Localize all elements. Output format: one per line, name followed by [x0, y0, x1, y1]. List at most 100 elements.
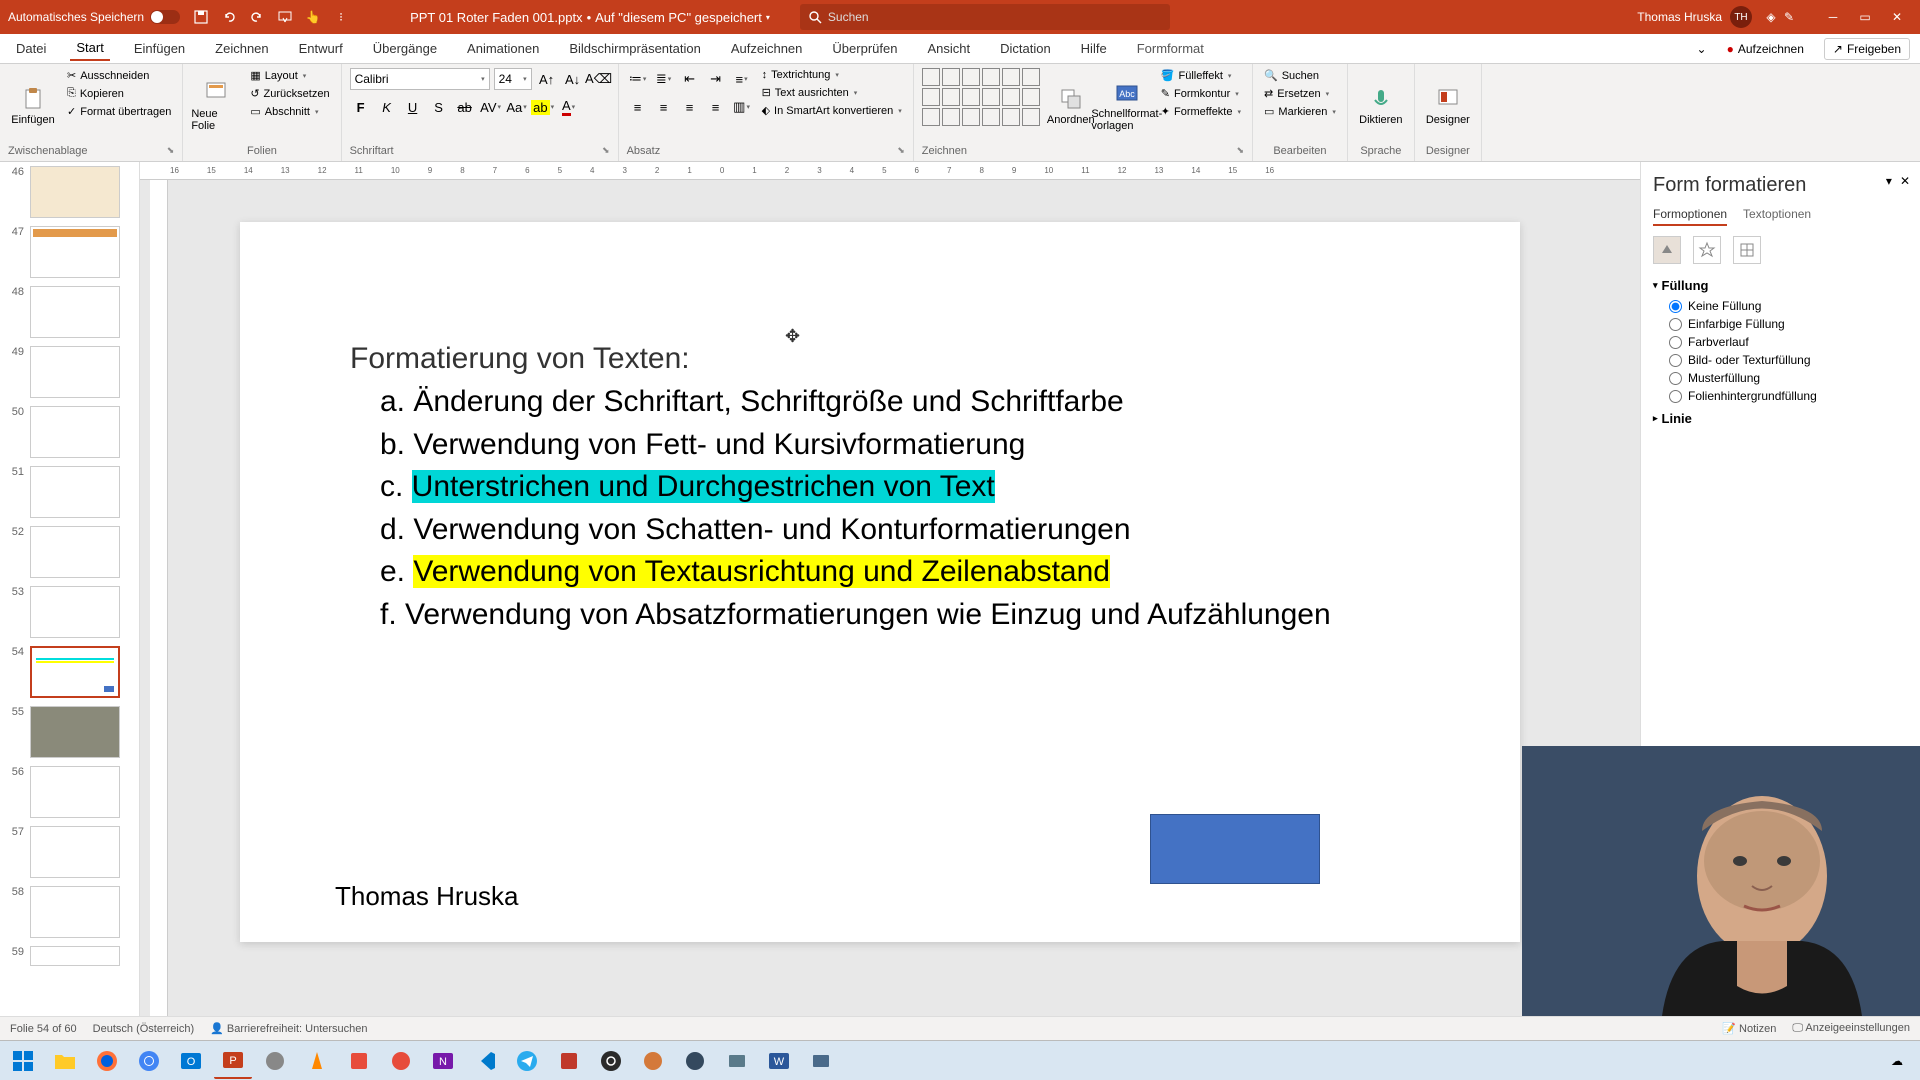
powerpoint-taskbar-icon[interactable]: P [214, 1043, 252, 1079]
display-settings-button[interactable]: 🖵 Anzeigeeinstellungen [1792, 1022, 1910, 1035]
search-box[interactable] [800, 4, 1170, 30]
tab-dictation[interactable]: Dictation [994, 37, 1057, 60]
thumb-48[interactable] [30, 286, 120, 338]
accessibility-status[interactable]: 👤 Barrierefreiheit: Untersuchen [210, 1022, 367, 1035]
outlook-icon[interactable]: O [172, 1043, 210, 1079]
text-direction-button[interactable]: ↕Textrichtung▾ [759, 68, 905, 82]
italic-button[interactable]: K [376, 96, 398, 118]
chrome-icon[interactable] [130, 1043, 168, 1079]
autosave[interactable]: Automatisches Speichern [8, 10, 180, 24]
tab-bildschirm[interactable]: Bildschirmpräsentation [563, 37, 707, 60]
maximize-button[interactable]: ▭ [1850, 6, 1880, 28]
layout-button[interactable]: ▦Layout▾ [247, 68, 332, 83]
new-slide-button[interactable]: Neue Folie [191, 68, 241, 143]
thumb-55[interactable] [30, 706, 120, 758]
ribbon-collapse-icon[interactable]: ⌄ [1697, 42, 1707, 56]
undo-icon[interactable] [220, 8, 238, 26]
format-painter-button[interactable]: ✓Format übertragen [64, 104, 174, 119]
thumb-54[interactable] [30, 646, 120, 698]
align-text-button[interactable]: ⊟Text ausrichten▾ [759, 85, 905, 100]
search-input[interactable] [828, 10, 1162, 24]
cut-button[interactable]: ✂Ausschneiden [64, 68, 174, 83]
find-button[interactable]: 🔍Suchen [1261, 68, 1339, 83]
fill-button[interactable]: 🪣Fülleffekt▾ [1158, 68, 1244, 83]
touch-icon[interactable]: 👆 [304, 8, 322, 26]
strike-button[interactable]: ab [454, 96, 476, 118]
tab-hilfe[interactable]: Hilfe [1075, 37, 1113, 60]
dictate-button[interactable]: Diktieren [1356, 68, 1406, 143]
copy-button[interactable]: ⎘Kopieren [64, 86, 174, 101]
effects-button[interactable]: ✦Formeffekte▾ [1158, 104, 1244, 119]
record-button[interactable]: ●Aufzeichnen [1719, 39, 1812, 59]
tab-datei[interactable]: Datei [10, 37, 52, 60]
size-props-icon[interactable] [1733, 236, 1761, 264]
file-explorer-icon[interactable] [46, 1043, 84, 1079]
pane-tab-text[interactable]: Textoptionen [1743, 207, 1811, 226]
outline-button[interactable]: ✎Formkontur▾ [1158, 86, 1244, 101]
designer-button[interactable]: Designer [1423, 68, 1473, 143]
start-button[interactable] [4, 1043, 42, 1079]
obs-icon[interactable] [592, 1043, 630, 1079]
indent-more-button[interactable]: ⇥ [705, 68, 727, 90]
slide-footer[interactable]: Thomas Hruska [335, 881, 519, 912]
paragraph-launcher[interactable]: ⬊ [897, 145, 905, 156]
document-title[interactable]: PPT 01 Roter Faden 001.pptx • Auf "diese… [410, 10, 770, 25]
shape-line[interactable] [922, 68, 940, 86]
fill-none-radio[interactable]: Keine Füllung [1669, 299, 1908, 313]
replace-button[interactable]: ⇄Ersetzen▾ [1261, 86, 1339, 101]
smartart-button[interactable]: ⬖In SmartArt konvertieren▾ [759, 103, 905, 118]
thumb-56[interactable] [30, 766, 120, 818]
quick-styles-button[interactable]: AbcSchnellformat-vorlagen [1102, 68, 1152, 143]
app-icon[interactable] [382, 1043, 420, 1079]
char-spacing-button[interactable]: AV▾ [480, 96, 502, 118]
underline-button[interactable]: U [402, 96, 424, 118]
bullets-button[interactable]: ≔▾ [627, 68, 649, 90]
fill-pattern-radio[interactable]: Musterfüllung [1669, 371, 1908, 385]
slide-title[interactable]: Formatierung von Texten: [350, 342, 690, 376]
thumb-52[interactable] [30, 526, 120, 578]
slide-editor[interactable]: 1615141312111098765432101234567891011121… [140, 162, 1640, 1016]
highlight-button[interactable]: ab▾ [532, 96, 554, 118]
tab-zeichnen[interactable]: Zeichnen [209, 37, 274, 60]
user-account[interactable]: Thomas Hruska TH [1637, 6, 1752, 28]
blue-rectangle-shape[interactable] [1150, 814, 1320, 884]
align-right-button[interactable]: ≡ [679, 96, 701, 118]
vlc-icon[interactable] [298, 1043, 336, 1079]
app-icon[interactable] [718, 1043, 756, 1079]
shapes-gallery[interactable] [922, 68, 1040, 143]
font-launcher[interactable]: ⬊ [602, 145, 610, 156]
line-spacing-button[interactable]: ≡▾ [731, 68, 753, 90]
fill-gradient-radio[interactable]: Farbverlauf [1669, 335, 1908, 349]
slideshow-icon[interactable] [276, 8, 294, 26]
columns-button[interactable]: ▥▾ [731, 96, 753, 118]
pane-close-icon[interactable]: ✕ [1900, 174, 1910, 188]
notes-button[interactable]: 📝 Notizen [1722, 1022, 1776, 1035]
thumb-49[interactable] [30, 346, 120, 398]
redo-icon[interactable] [248, 8, 266, 26]
coming-soon-icon[interactable]: ◈ [1762, 8, 1780, 26]
arrange-button[interactable]: Anordnen [1046, 68, 1096, 143]
slide-counter[interactable]: Folie 54 of 60 [10, 1023, 77, 1035]
case-button[interactable]: Aa▾ [506, 96, 528, 118]
app-icon[interactable] [256, 1043, 294, 1079]
reset-button[interactable]: ↺Zurücksetzen [247, 86, 332, 101]
thumb-59[interactable] [30, 946, 120, 966]
indent-less-button[interactable]: ⇤ [679, 68, 701, 90]
numbering-button[interactable]: ≣▾ [653, 68, 675, 90]
tab-animationen[interactable]: Animationen [461, 37, 545, 60]
telegram-icon[interactable] [508, 1043, 546, 1079]
paste-button[interactable]: Einfügen [8, 68, 58, 143]
select-button[interactable]: ▭Markieren▾ [1261, 104, 1339, 119]
tab-ueberpruefen[interactable]: Überprüfen [826, 37, 903, 60]
font-color-button[interactable]: A▾ [558, 96, 580, 118]
thumb-58[interactable] [30, 886, 120, 938]
tab-aufzeichnen[interactable]: Aufzeichnen [725, 37, 809, 60]
pane-tab-form[interactable]: Formoptionen [1653, 207, 1727, 226]
weather-tray-icon[interactable]: ☁ [1878, 1043, 1916, 1079]
thumb-53[interactable] [30, 586, 120, 638]
tab-formformat[interactable]: Formformat [1131, 37, 1210, 60]
app-icon[interactable] [550, 1043, 588, 1079]
save-icon[interactable] [192, 8, 210, 26]
effects-pane-icon[interactable] [1693, 236, 1721, 264]
thumb-51[interactable] [30, 466, 120, 518]
